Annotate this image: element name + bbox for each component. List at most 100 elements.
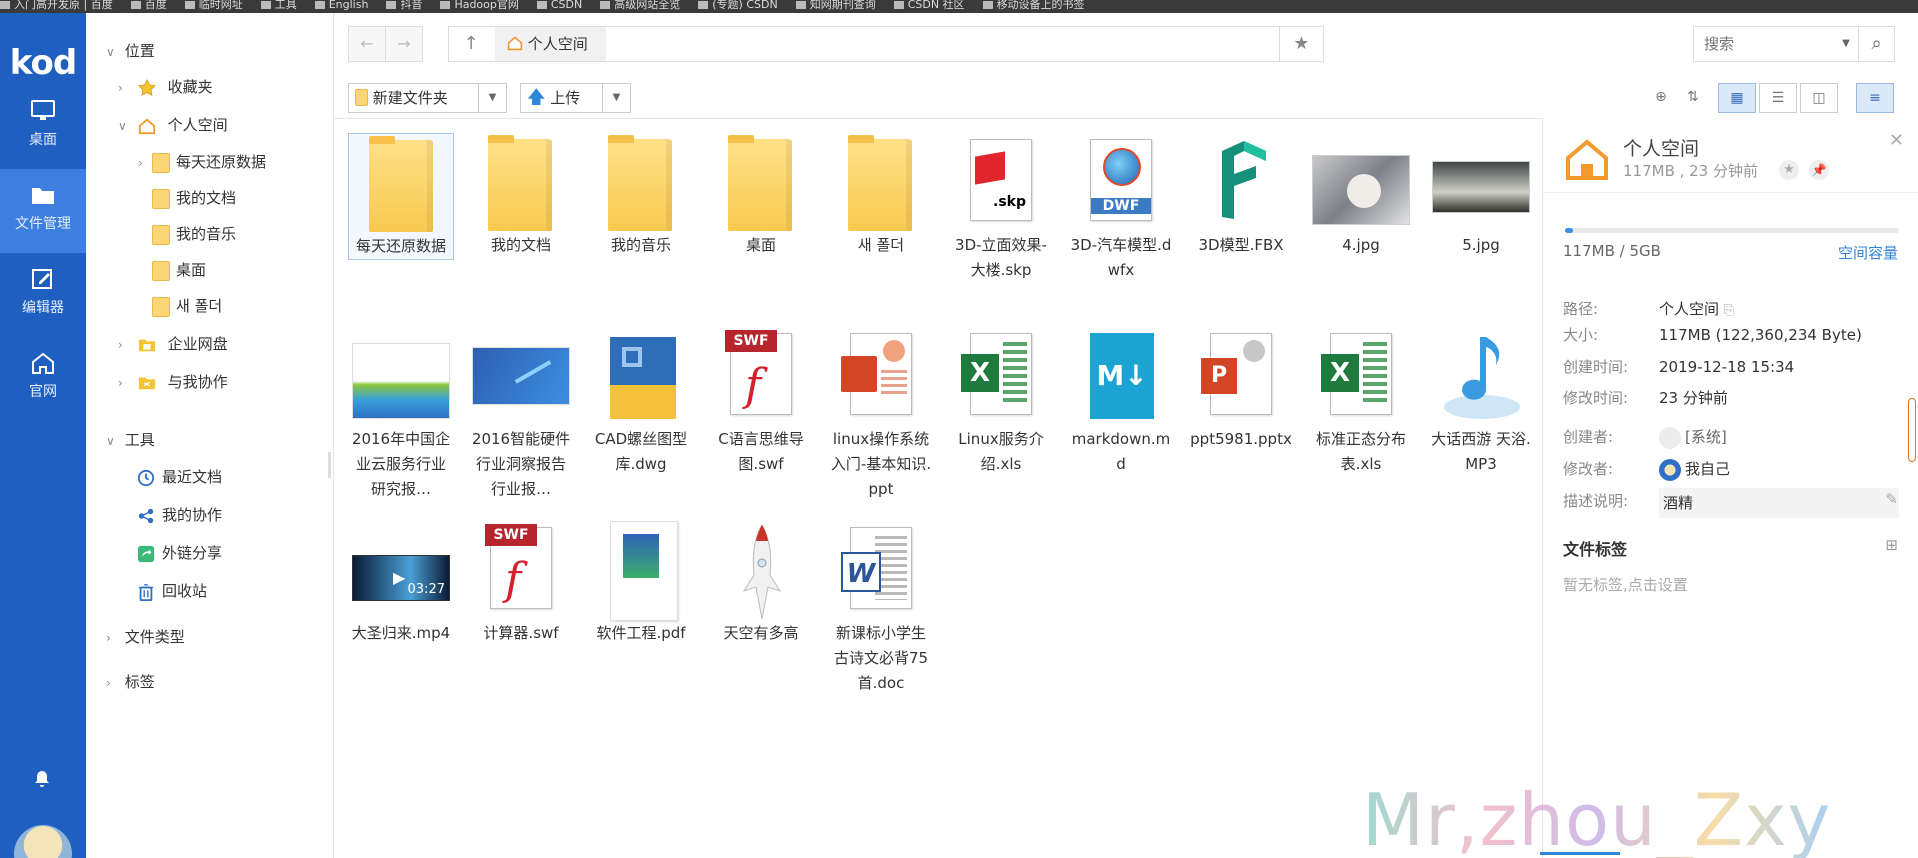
file-item[interactable]: 2016年中国企业云服务行业研究报…: [348, 327, 454, 502]
split-view-icon[interactable]: ◫: [1800, 83, 1838, 113]
file-item[interactable]: X Linux服务介绍.xls: [948, 327, 1054, 477]
tree-item-child-3[interactable]: 桌面: [152, 255, 206, 285]
tree-section-tags[interactable]: › 标签: [106, 667, 155, 697]
bookmark-item[interactable]: 临时网址: [184, 0, 243, 10]
edit-icon[interactable]: ✎: [1885, 490, 1898, 508]
bell-icon[interactable]: [32, 768, 52, 788]
tree-item-child-0[interactable]: › 每天还原数据: [138, 147, 266, 177]
breadcrumb[interactable]: 个人空间: [495, 27, 606, 61]
enterprise-folder-icon: [138, 339, 155, 351]
file-item[interactable]: SWF f C语言思维导图.swf: [708, 327, 814, 477]
file-item[interactable]: 我的文档: [468, 133, 574, 258]
file-item[interactable]: DWF 3D-汽车模型.dwfx: [1068, 133, 1174, 283]
bookmark-item[interactable]: (专题) CSDN: [698, 0, 778, 10]
tree-item-collab[interactable]: › 与我协作: [118, 367, 228, 397]
back-button[interactable]: ←: [348, 26, 386, 62]
file-item[interactable]: W 新课标小学生古诗文必背75首.doc: [828, 521, 934, 696]
sort-icon[interactable]: ⇅: [1674, 83, 1712, 113]
file-item[interactable]: 桌面: [708, 133, 814, 258]
chevron-down-icon[interactable]: ▼: [478, 84, 506, 112]
file-name: linux操作系统入门-基本知识.ppt: [830, 430, 932, 498]
file-item[interactable]: 03:27 ▶ 大圣归来.mp4: [348, 521, 454, 646]
bookmark-item[interactable]: 工具: [260, 0, 297, 10]
close-icon[interactable]: ✕: [1889, 130, 1904, 151]
rail-editor[interactable]: 编辑器: [0, 253, 86, 337]
tags-empty-text[interactable]: 暂无标签,点击设置: [1563, 574, 1688, 595]
new-folder-button[interactable]: 新建文件夹 ▼: [348, 83, 507, 113]
file-item[interactable]: linux操作系统入门-基本知识.ppt: [828, 327, 934, 502]
quota-link[interactable]: 空间容量: [1838, 242, 1898, 263]
bookmark-icon: [314, 1, 325, 9]
bookmark-item[interactable]: Hadoop官网: [440, 0, 519, 10]
file-item[interactable]: 4.jpg: [1308, 133, 1414, 258]
tree-item-child-1[interactable]: 我的文档: [152, 183, 236, 213]
add-tag-icon[interactable]: ⊞: [1885, 536, 1898, 554]
file-item[interactable]: 2016智能硬件行业洞察报告行业报…: [468, 327, 574, 502]
file-item[interactable]: M↓ markdown.md: [1068, 327, 1174, 477]
copy-icon[interactable]: ⎘: [1724, 303, 1734, 318]
rail-website[interactable]: 官网: [0, 337, 86, 421]
detail-value: [系统]: [1685, 428, 1727, 446]
file-item[interactable]: 大话西游 天浴.MP3: [1428, 327, 1534, 477]
tree-item-child-4[interactable]: 새 폴더: [152, 291, 222, 321]
tree-item-favorites[interactable]: › 收藏夹: [118, 72, 213, 102]
bookmark-item[interactable]: 入门高开发原 | 百度: [0, 0, 113, 10]
upload-button[interactable]: 🡅 上传 ▼: [520, 83, 631, 113]
panel-scrollbar[interactable]: [1908, 398, 1916, 462]
description-field[interactable]: 酒精: [1659, 488, 1899, 518]
file-item[interactable]: 5.jpg: [1428, 133, 1534, 258]
tool-recycle[interactable]: 回收站: [136, 576, 207, 606]
tree-item-personal[interactable]: ∨ 个人空间: [118, 110, 228, 140]
bookmark-item[interactable]: 知网期刊查询: [795, 0, 876, 10]
tree-item-child-2[interactable]: 我的音乐: [152, 219, 236, 249]
detail-panel-toggle-icon[interactable]: ≡: [1856, 83, 1894, 113]
rail-desktop[interactable]: 桌面: [0, 85, 86, 169]
bookmark-item[interactable]: CSDN 社区: [893, 0, 965, 10]
up-arrow-icon[interactable]: ↑: [449, 27, 493, 61]
bookmark-item[interactable]: CSDN: [536, 0, 582, 10]
file-item[interactable]: X 标准正态分布表.xls: [1308, 327, 1414, 477]
grid-view-icon[interactable]: ▦: [1718, 83, 1756, 113]
file-thumbnail: M↓: [1068, 327, 1174, 427]
file-item[interactable]: SWF f 计算器.swf: [468, 521, 574, 646]
tree-section-tags-label: 标签: [124, 673, 155, 691]
star-icon[interactable]: ★: [1279, 27, 1323, 61]
search-icon[interactable]: ⌕: [1858, 27, 1894, 61]
file-item[interactable]: 每天还原数据: [348, 133, 454, 260]
list-view-icon[interactable]: ☰: [1759, 83, 1797, 113]
forward-button[interactable]: →: [385, 26, 423, 62]
file-item[interactable]: Pppt5981.pptx: [1188, 327, 1294, 452]
file-item[interactable]: CAD螺丝图型库.dwg: [588, 327, 694, 477]
chevron-down-icon[interactable]: ▼: [1834, 27, 1858, 61]
pin-icon[interactable]: 📌: [1809, 160, 1829, 180]
bookmark-item[interactable]: 移动设备上的书签: [982, 0, 1085, 10]
bookmark-item[interactable]: 抖音: [386, 0, 422, 10]
star-icon[interactable]: ★: [1779, 160, 1799, 180]
tree-item-enterprise[interactable]: › 企业网盘: [118, 329, 228, 359]
rail-file-manager[interactable]: 文件管理: [0, 169, 86, 253]
tool-recent[interactable]: 最近文档: [136, 462, 222, 492]
bookmark-item[interactable]: 高级网站全览: [600, 0, 680, 10]
tree-section-tools[interactable]: ∨ 工具: [106, 425, 155, 455]
file-item[interactable]: 我的音乐: [588, 133, 694, 258]
file-item[interactable]: 3D模型.FBX: [1188, 133, 1294, 258]
file-item[interactable]: 새 폴더: [828, 133, 934, 258]
bookmark-item[interactable]: English: [314, 0, 368, 10]
user-avatar[interactable]: [14, 825, 72, 858]
bookmark-item[interactable]: 百度: [130, 0, 167, 10]
file-thumbnail: [1188, 133, 1294, 233]
file-item[interactable]: 软件工程.pdf: [588, 521, 694, 646]
detail-value: 117MB (122,360,234 Byte): [1659, 326, 1862, 344]
watermark-text: Mr,zhou_Zxy: [1362, 778, 1831, 858]
tree-section-location[interactable]: ∨ 位置: [106, 36, 155, 66]
tool-link-share[interactable]: 外链分享: [136, 538, 222, 568]
tree-section-filetypes[interactable]: › 文件类型: [106, 622, 185, 652]
sidebar-resize-handle[interactable]: [328, 452, 331, 478]
detail-key: 修改者:: [1563, 460, 1614, 478]
chevron-down-icon[interactable]: ▼: [602, 84, 630, 112]
image-thumbnail: [1312, 155, 1410, 225]
file-item[interactable]: 天空有多高: [708, 521, 814, 646]
search-input[interactable]: [1704, 33, 1834, 55]
file-item[interactable]: .skp 3D-立面效果-大楼.skp: [948, 133, 1054, 283]
tool-collab[interactable]: 我的协作: [136, 500, 222, 530]
